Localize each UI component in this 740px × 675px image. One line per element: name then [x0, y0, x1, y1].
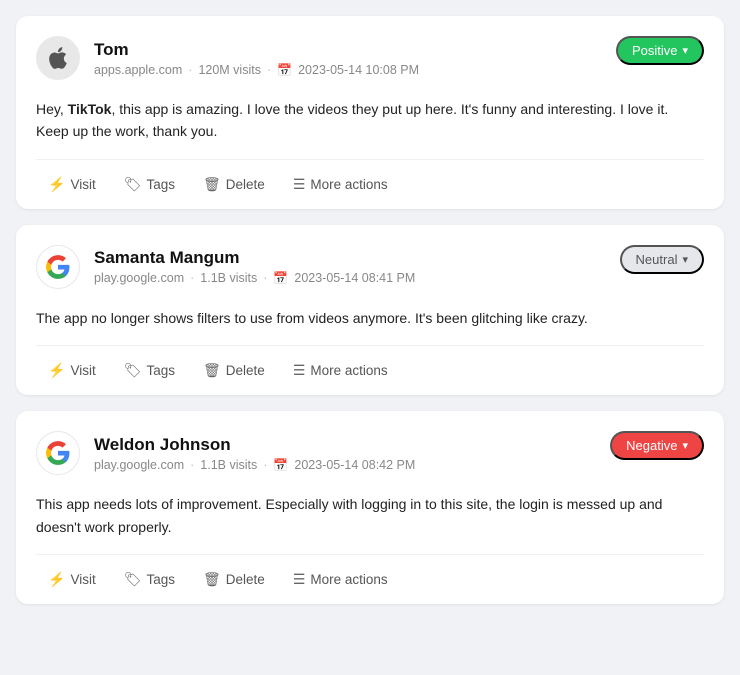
delete-icon: 🗑 — [203, 176, 221, 193]
visits-count: 1.1B visits — [200, 271, 257, 285]
card-header-left: Samanta Mangum play.google.com · 1.1B vi… — [36, 245, 415, 289]
user-info: Samanta Mangum play.google.com · 1.1B vi… — [94, 248, 415, 285]
badge-label: Negative — [626, 438, 677, 453]
source-link: play.google.com — [94, 458, 184, 472]
more-actions-icon: ☰ — [293, 176, 306, 193]
card-actions: ⚡ Visit 🏷 Tags 🗑 Delete ☰ More actions — [36, 554, 704, 604]
action-label: Tags — [146, 177, 175, 192]
visits-count: 1.1B visits — [200, 458, 257, 472]
avatar — [36, 36, 80, 80]
card-header-left: Tom apps.apple.com · 120M visits · 📅 202… — [36, 36, 419, 80]
user-meta: play.google.com · 1.1B visits · 📅 2023-0… — [94, 271, 415, 285]
action-delete[interactable]: 🗑 Delete — [191, 565, 277, 594]
visit-icon: ⚡ — [48, 571, 65, 588]
separator: · — [263, 271, 267, 285]
action-label: More actions — [310, 363, 387, 378]
chevron-down-icon: ▾ — [682, 439, 688, 452]
review-card: Samanta Mangum play.google.com · 1.1B vi… — [16, 225, 724, 395]
action-delete[interactable]: 🗑 Delete — [191, 356, 277, 385]
source-link: apps.apple.com — [94, 63, 182, 77]
action-label: Delete — [226, 572, 265, 587]
calendar-icon: 📅 — [277, 63, 292, 77]
source-link: play.google.com — [94, 271, 184, 285]
user-info: Tom apps.apple.com · 120M visits · 📅 202… — [94, 40, 419, 77]
delete-icon: 🗑 — [203, 362, 221, 379]
separator: · — [190, 458, 194, 472]
action-visit[interactable]: ⚡ Visit — [36, 565, 108, 594]
avatar — [36, 245, 80, 289]
card-actions: ⚡ Visit 🏷 Tags 🗑 Delete ☰ More actions — [36, 159, 704, 209]
action-tags[interactable]: 🏷 Tags — [112, 170, 187, 199]
action-label: Tags — [146, 363, 175, 378]
separator: · — [190, 271, 194, 285]
user-meta: apps.apple.com · 120M visits · 📅 2023-05… — [94, 63, 419, 77]
card-actions: ⚡ Visit 🏷 Tags 🗑 Delete ☰ More actions — [36, 345, 704, 395]
tags-icon: 🏷 — [124, 362, 142, 379]
action-label: More actions — [310, 177, 387, 192]
visits-count: 120M visits — [198, 63, 261, 77]
sentiment-badge[interactable]: Positive ▾ — [616, 36, 704, 65]
action-label: Visit — [70, 572, 95, 587]
action-label: Tags — [146, 572, 175, 587]
action-label: More actions — [310, 572, 387, 587]
tags-icon: 🏷 — [124, 176, 142, 193]
action-more-actions[interactable]: ☰ More actions — [281, 356, 400, 385]
more-actions-icon: ☰ — [293, 362, 306, 379]
calendar-icon: 📅 — [273, 458, 288, 472]
separator: · — [188, 63, 192, 77]
action-label: Visit — [70, 177, 95, 192]
action-visit[interactable]: ⚡ Visit — [36, 170, 108, 199]
visit-icon: ⚡ — [48, 176, 65, 193]
review-body: This app needs lots of improvement. Espe… — [36, 483, 704, 554]
more-actions-icon: ☰ — [293, 571, 306, 588]
review-body: The app no longer shows filters to use f… — [36, 297, 704, 345]
delete-icon: 🗑 — [203, 571, 221, 588]
chevron-down-icon: ▾ — [682, 253, 688, 266]
user-name: Samanta Mangum — [94, 248, 415, 268]
sentiment-badge[interactable]: Neutral ▾ — [620, 245, 704, 274]
action-more-actions[interactable]: ☰ More actions — [281, 170, 400, 199]
card-header: Samanta Mangum play.google.com · 1.1B vi… — [36, 245, 704, 289]
card-header: Weldon Johnson play.google.com · 1.1B vi… — [36, 431, 704, 475]
date-text: 2023-05-14 08:42 PM — [294, 458, 415, 472]
review-card: Weldon Johnson play.google.com · 1.1B vi… — [16, 411, 724, 604]
chevron-down-icon: ▾ — [682, 44, 688, 57]
badge-label: Positive — [632, 43, 678, 58]
badge-label: Neutral — [636, 252, 678, 267]
separator: · — [263, 458, 267, 472]
visit-icon: ⚡ — [48, 362, 65, 379]
review-card: Tom apps.apple.com · 120M visits · 📅 202… — [16, 16, 724, 209]
review-body: Hey, TikTok, this app is amazing. I love… — [36, 88, 704, 159]
user-meta: play.google.com · 1.1B visits · 📅 2023-0… — [94, 458, 415, 472]
action-label: Visit — [70, 363, 95, 378]
date-text: 2023-05-14 10:08 PM — [298, 63, 419, 77]
action-delete[interactable]: 🗑 Delete — [191, 170, 277, 199]
date-text: 2023-05-14 08:41 PM — [294, 271, 415, 285]
tags-icon: 🏷 — [124, 571, 142, 588]
action-tags[interactable]: 🏷 Tags — [112, 565, 187, 594]
card-header: Tom apps.apple.com · 120M visits · 📅 202… — [36, 36, 704, 80]
action-label: Delete — [226, 177, 265, 192]
user-name: Tom — [94, 40, 419, 60]
action-tags[interactable]: 🏷 Tags — [112, 356, 187, 385]
avatar — [36, 431, 80, 475]
user-info: Weldon Johnson play.google.com · 1.1B vi… — [94, 435, 415, 472]
user-name: Weldon Johnson — [94, 435, 415, 455]
calendar-icon: 📅 — [273, 271, 288, 285]
sentiment-badge[interactable]: Negative ▾ — [610, 431, 704, 460]
action-label: Delete — [226, 363, 265, 378]
separator: · — [267, 63, 271, 77]
action-more-actions[interactable]: ☰ More actions — [281, 565, 400, 594]
card-header-left: Weldon Johnson play.google.com · 1.1B vi… — [36, 431, 415, 475]
action-visit[interactable]: ⚡ Visit — [36, 356, 108, 385]
